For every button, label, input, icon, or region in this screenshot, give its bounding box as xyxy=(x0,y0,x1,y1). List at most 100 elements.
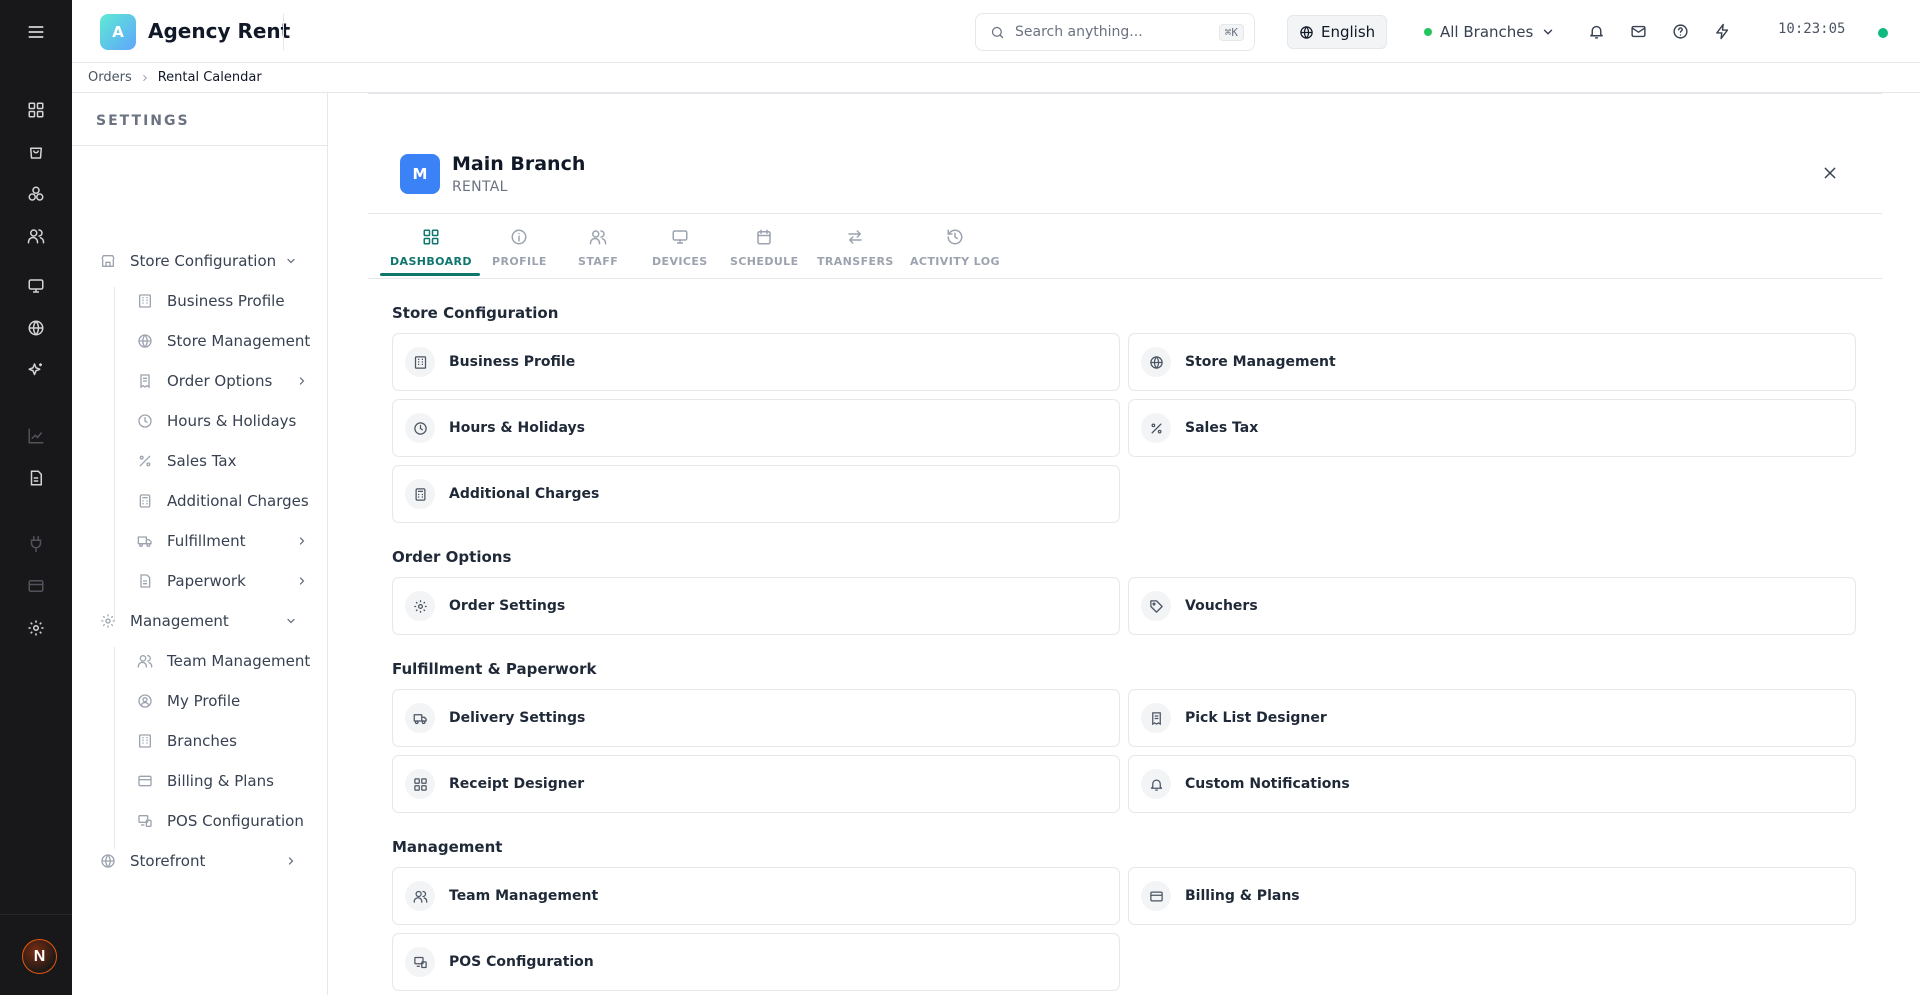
sparkles-icon[interactable] xyxy=(24,358,48,382)
panel-subtitle: RENTAL xyxy=(452,179,508,195)
search-input[interactable]: Search anything... ⌘K xyxy=(975,13,1255,51)
sidebar-item-team-management[interactable]: Team Management xyxy=(137,649,310,673)
tab-transfers[interactable]: TRANSFERS xyxy=(817,226,894,284)
card-label: Billing & Plans xyxy=(1185,888,1300,904)
mail-icon[interactable] xyxy=(1627,20,1649,42)
dashboard-icon[interactable] xyxy=(24,98,48,122)
sidebar-group-management[interactable]: Management xyxy=(100,609,229,633)
app-logo[interactable]: A xyxy=(100,14,136,50)
card-receipt-designer[interactable]: Receipt Designer xyxy=(392,755,1120,813)
sidebar-item-order-options[interactable]: Order Options xyxy=(137,369,272,393)
sidebar-item-fulfillment[interactable]: Fulfillment xyxy=(137,529,246,553)
card-label: Hours & Holidays xyxy=(449,420,585,436)
card-sales-tax[interactable]: Sales Tax xyxy=(1128,399,1856,457)
chevron-right-icon[interactable] xyxy=(296,575,308,587)
language-selector[interactable]: English xyxy=(1287,15,1388,49)
help-icon[interactable] xyxy=(1669,20,1691,42)
calculator-icon xyxy=(405,479,435,509)
card-custom-notifications[interactable]: Custom Notifications xyxy=(1128,755,1856,813)
lightning-icon[interactable] xyxy=(1711,20,1733,42)
close-icon[interactable] xyxy=(1820,163,1840,183)
gear-icon xyxy=(100,613,116,629)
breadcrumb-orders[interactable]: Orders xyxy=(88,70,132,85)
sidebar-item-pos-configuration[interactable]: POS Configuration xyxy=(137,809,304,833)
tab-profile[interactable]: PROFILE xyxy=(492,226,547,284)
shopping-bag-icon[interactable] xyxy=(24,140,48,164)
chevron-down-icon[interactable] xyxy=(285,255,297,267)
section-title-store-configuration: Store Configuration xyxy=(392,304,559,322)
globe-icon xyxy=(1141,347,1171,377)
menu-icon[interactable] xyxy=(24,20,48,44)
card-delivery-settings[interactable]: Delivery Settings xyxy=(392,689,1120,747)
card-pick-list-designer[interactable]: Pick List Designer xyxy=(1128,689,1856,747)
card-icon[interactable] xyxy=(24,574,48,598)
tab-activity-log[interactable]: ACTIVITY LOG xyxy=(910,226,1000,284)
app-name[interactable]: Agency Rent xyxy=(148,19,290,43)
rail-divider xyxy=(0,914,72,915)
card-business-profile[interactable]: Business Profile xyxy=(392,333,1120,391)
user-avatar[interactable]: N xyxy=(22,939,57,974)
sidebar-item-paperwork[interactable]: Paperwork xyxy=(137,569,246,593)
sidebar-item-label: My Profile xyxy=(167,692,241,710)
sidebar-item-business-profile[interactable]: Business Profile xyxy=(137,289,285,313)
tag-icon xyxy=(1141,591,1171,621)
settings-sidebar: SETTINGS Store Configuration Business Pr… xyxy=(72,93,328,995)
tab-devices[interactable]: DEVICES xyxy=(652,226,708,284)
monitor-icon[interactable] xyxy=(24,274,48,298)
sidebar-item-branches[interactable]: Branches xyxy=(137,729,237,753)
bell-icon xyxy=(1141,769,1171,799)
branch-label: All Branches xyxy=(1440,23,1534,41)
panel-top-border xyxy=(368,93,1882,94)
tab-label: TRANSFERS xyxy=(817,255,894,268)
card-vouchers[interactable]: Vouchers xyxy=(1128,577,1856,635)
transfer-arrows-icon xyxy=(844,226,866,248)
sidebar-group-store-configuration[interactable]: Store Configuration xyxy=(100,249,276,273)
bell-icon[interactable] xyxy=(1585,20,1607,42)
analytics-icon[interactable] xyxy=(24,424,48,448)
tab-schedule[interactable]: SCHEDULE xyxy=(730,226,799,284)
sidebar-item-billing-plans[interactable]: Billing & Plans xyxy=(137,769,274,793)
document-icon[interactable] xyxy=(24,466,48,490)
card-hours-holidays[interactable]: Hours & Holidays xyxy=(392,399,1120,457)
card-label: Additional Charges xyxy=(449,486,600,502)
truck-icon xyxy=(405,703,435,733)
tab-staff[interactable]: STAFF xyxy=(578,226,618,284)
sidebar-item-my-profile[interactable]: My Profile xyxy=(137,689,240,713)
percent-icon xyxy=(137,453,153,469)
card-label: Business Profile xyxy=(449,354,576,370)
sidebar-group-storefront[interactable]: Storefront xyxy=(100,849,205,873)
card-label: Receipt Designer xyxy=(449,776,585,792)
chevron-right-icon[interactable] xyxy=(285,855,297,867)
card-billing-plans[interactable]: Billing & Plans xyxy=(1128,867,1856,925)
card-additional-charges[interactable]: Additional Charges xyxy=(392,465,1120,523)
card-order-settings[interactable]: Order Settings xyxy=(392,577,1120,635)
globe-icon xyxy=(100,853,116,869)
customers-icon[interactable] xyxy=(24,224,48,248)
tab-label: DASHBOARD xyxy=(390,255,472,268)
card-team-management[interactable]: Team Management xyxy=(392,867,1120,925)
sidebar-item-sales-tax[interactable]: Sales Tax xyxy=(137,449,236,473)
search-shortcut: ⌘K xyxy=(1218,23,1244,41)
chevron-right-icon[interactable] xyxy=(296,375,308,387)
branch-selector[interactable]: All Branches xyxy=(1424,17,1555,47)
search-placeholder: Search anything... xyxy=(1015,24,1143,40)
card-pos-configuration[interactable]: POS Configuration xyxy=(392,933,1120,991)
branch-status-dot xyxy=(1424,28,1432,36)
chevron-down-icon[interactable] xyxy=(285,615,297,627)
file-icon xyxy=(137,573,153,589)
sidebar-item-additional-charges[interactable]: Additional Charges xyxy=(137,489,309,513)
globe-icon[interactable] xyxy=(24,316,48,340)
sidebar-item-store-management[interactable]: Store Management xyxy=(137,329,310,353)
sidebar-item-label: Additional Charges xyxy=(167,492,309,510)
info-icon xyxy=(508,226,530,248)
card-store-management[interactable]: Store Management xyxy=(1128,333,1856,391)
sidebar-item-hours-holidays[interactable]: Hours & Holidays xyxy=(137,409,296,433)
percent-icon xyxy=(1141,413,1171,443)
chevron-right-icon[interactable] xyxy=(296,535,308,547)
credit-card-icon xyxy=(1141,881,1171,911)
settings-gear-icon[interactable] xyxy=(24,616,48,640)
plug-icon[interactable] xyxy=(24,532,48,556)
products-icon[interactable] xyxy=(24,182,48,206)
grid-icon xyxy=(405,769,435,799)
sidebar-group-label: Store Configuration xyxy=(130,252,277,270)
